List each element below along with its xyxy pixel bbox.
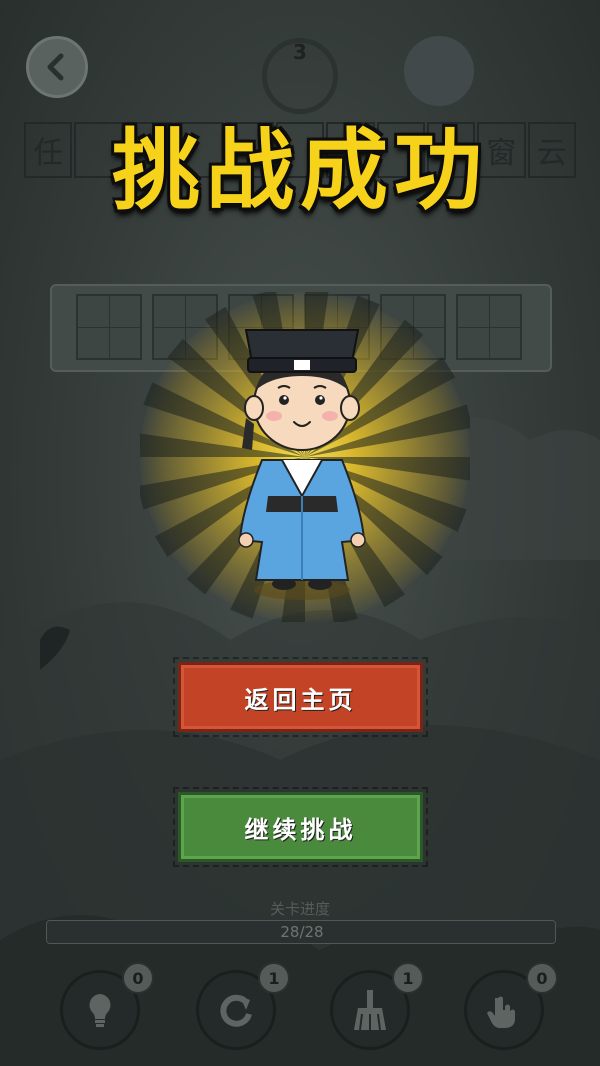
- level-number: 3: [293, 40, 307, 64]
- hand-pointer-icon: [487, 996, 515, 1028]
- chevron-left-icon: [47, 53, 64, 81]
- level-progress-text: 28/28: [280, 923, 324, 941]
- coin-indicator: [404, 36, 474, 106]
- continue-challenge-button[interactable]: 继续挑战: [173, 787, 428, 867]
- broom-icon: [354, 990, 386, 1031]
- level-progress-label: 关卡进度: [269, 900, 330, 918]
- challenge-success-title: 挑战成功: [111, 118, 488, 222]
- back-button[interactable]: [26, 36, 88, 98]
- lightbulb-icon: [89, 994, 111, 1027]
- clear-count-badge: 1: [392, 962, 424, 994]
- refresh-count-badge: 1: [258, 962, 290, 994]
- return-home-button[interactable]: 返回主页: [173, 657, 428, 737]
- refresh-icon: [220, 994, 252, 1027]
- pointer-count-badge: 0: [526, 962, 558, 994]
- scholar-character-illustration: [238, 329, 366, 600]
- answer-slot[interactable]: [76, 294, 142, 360]
- level-progress-bar: 28/28: [46, 920, 556, 944]
- hint-count-badge: 0: [122, 962, 154, 994]
